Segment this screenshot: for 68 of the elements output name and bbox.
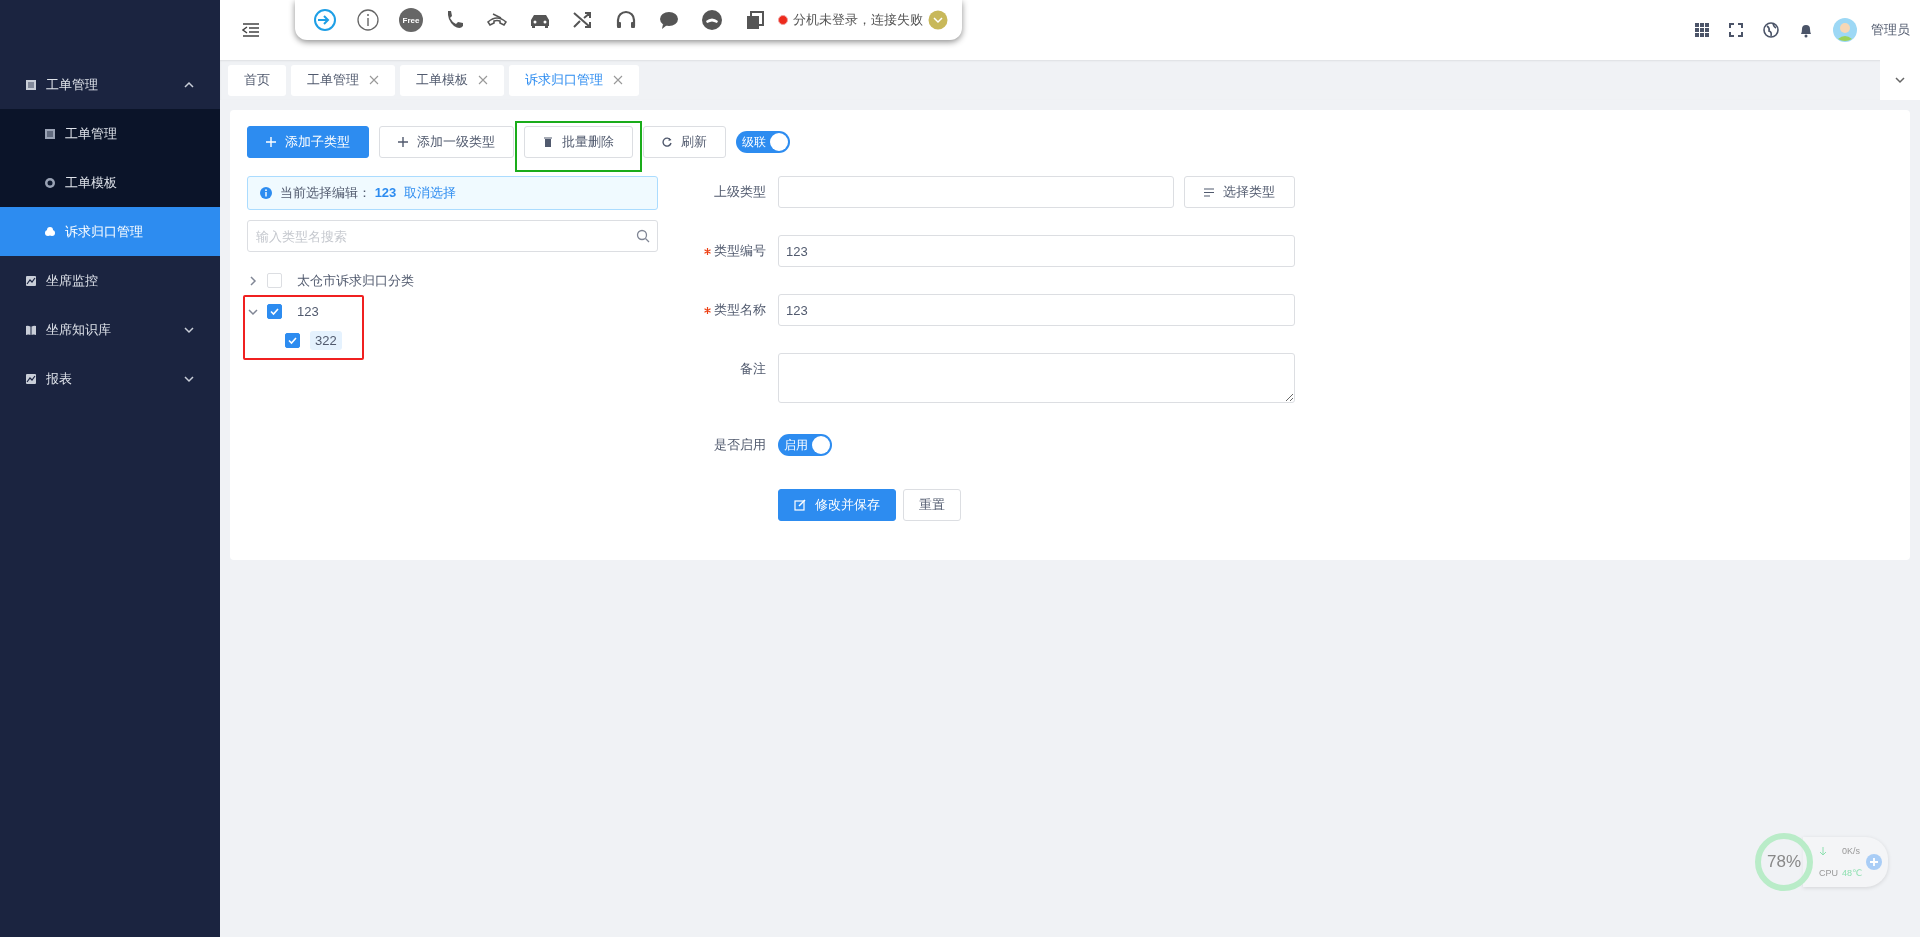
sidebar-item[interactable]: 坐席监控 <box>0 256 220 305</box>
edit-icon <box>794 499 806 511</box>
free-button[interactable]: Free <box>399 8 423 32</box>
apps-grid-icon[interactable] <box>1695 23 1709 37</box>
net-speed: 0K/s <box>1842 846 1862 856</box>
field-label: 类型名称 <box>714 301 766 319</box>
remark-field[interactable] <box>778 353 1295 403</box>
book-icon <box>25 323 37 336</box>
field-label: 上级类型 <box>714 183 766 201</box>
field-label: 类型编号 <box>714 242 766 260</box>
tab[interactable]: 工单模板 <box>400 64 504 96</box>
toolbar-button[interactable]: 添加一级类型 <box>379 126 514 158</box>
cpu-temperature: 48℃ <box>1842 868 1863 878</box>
checkbox[interactable] <box>267 304 282 319</box>
cloud-icon <box>44 225 56 238</box>
sidebar-subitem[interactable]: 工单管理 <box>0 109 220 158</box>
chevron-right-icon[interactable] <box>247 274 259 287</box>
document-icon <box>25 78 37 91</box>
hangup-circle-icon[interactable] <box>700 8 724 32</box>
chart-icon <box>25 372 37 385</box>
tab[interactable]: 首页 <box>228 64 286 96</box>
notification-bell-icon[interactable] <box>1799 22 1813 38</box>
search-icon <box>636 229 650 243</box>
check-icon <box>288 336 297 345</box>
user-name[interactable]: 管理员 <box>1871 21 1910 39</box>
tree-node-label[interactable]: 322 <box>310 331 342 350</box>
aperture-icon <box>44 176 56 189</box>
globe-icon[interactable] <box>1763 22 1779 38</box>
sidebar-subitem[interactable]: 工单模板 <box>0 158 220 207</box>
toolbar-button[interactable]: 刷新 <box>643 126 726 158</box>
trash-icon <box>543 137 553 147</box>
sidebar-item[interactable]: 工单管理 <box>0 60 220 109</box>
chevron-down-icon[interactable] <box>928 10 948 30</box>
login-icon[interactable] <box>313 8 337 32</box>
fullscreen-icon[interactable] <box>1729 23 1743 37</box>
tree-node-label[interactable]: 123 <box>292 302 324 321</box>
field-label: 备注 <box>740 360 766 378</box>
menu-icon[interactable] <box>242 23 260 37</box>
tree-node-label[interactable]: 太仓市诉求归口分类 <box>292 269 419 292</box>
cpu-label: CPU <box>1819 868 1838 878</box>
select-type-button[interactable]: 选择类型 <box>1184 176 1295 208</box>
field-label: 是否启用 <box>714 436 766 454</box>
checkbox[interactable] <box>285 333 300 348</box>
close-icon[interactable] <box>613 75 623 85</box>
sidebar-item[interactable]: 坐席知识库 <box>0 305 220 354</box>
toolbar-button[interactable]: 批量删除 <box>524 126 633 158</box>
input-field[interactable]: 123 <box>778 294 1295 326</box>
close-icon[interactable] <box>369 75 379 85</box>
info-icon[interactable] <box>356 8 380 32</box>
sidebar-item[interactable]: 报表 <box>0 354 220 403</box>
list-icon <box>1204 187 1214 197</box>
document-icon <box>44 127 56 140</box>
check-icon <box>270 307 279 316</box>
download-arrow-icon <box>1819 846 1827 856</box>
status-text: 分机未登录，连接失败 <box>793 11 923 29</box>
plus-icon <box>398 137 408 147</box>
tab[interactable]: 诉求归口管理 <box>509 64 639 96</box>
chevron-down-icon <box>1894 74 1906 86</box>
info-icon <box>260 187 272 199</box>
refresh-icon <box>662 137 672 147</box>
chart-icon <box>25 274 37 287</box>
plus-icon <box>266 137 276 147</box>
input-field[interactable] <box>778 176 1174 208</box>
input-field[interactable]: 123 <box>778 235 1295 267</box>
form-button[interactable]: 重置 <box>903 489 961 521</box>
tab[interactable]: 工单管理 <box>291 64 395 96</box>
close-icon[interactable] <box>478 75 488 85</box>
alert-text: 当前选择编辑： 123 <box>280 184 397 202</box>
